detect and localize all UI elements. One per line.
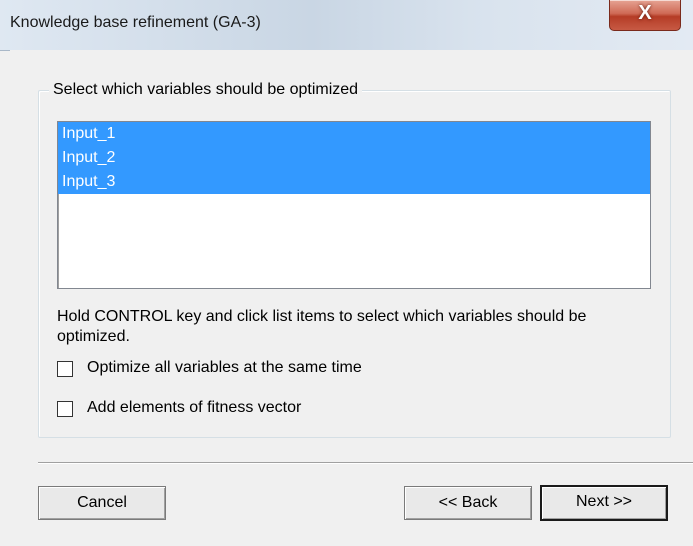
groupbox-label: Select which variables should be optimiz…	[49, 81, 363, 99]
close-button[interactable]: X	[609, 0, 681, 31]
list-item-input-1[interactable]: Input_1	[58, 122, 650, 146]
optimize-all-label: Optimize all variables at the same time	[87, 359, 362, 376]
fitness-vector-label: Add elements of fitness vector	[87, 399, 302, 416]
next-button[interactable]: Next >>	[540, 485, 668, 521]
dialog-window: Knowledge base refinement (GA-3) X Selec…	[0, 0, 693, 546]
cancel-button[interactable]: Cancel	[38, 486, 166, 520]
back-button[interactable]: << Back	[404, 486, 532, 520]
fitness-vector-checkbox-row[interactable]: Add elements of fitness vector	[57, 399, 397, 419]
variables-groupbox: Select which variables should be optimiz…	[38, 81, 671, 438]
list-item-input-3[interactable]: Input_3	[58, 170, 650, 194]
optimize-all-checkbox-row[interactable]: Optimize all variables at the same time	[57, 359, 477, 379]
title-bar[interactable]: Knowledge base refinement (GA-3) X	[0, 0, 693, 51]
fitness-vector-checkbox[interactable]	[57, 401, 73, 417]
variables-listbox[interactable]: Input_1 Input_2 Input_3	[57, 121, 651, 289]
selection-hint-text: Hold CONTROL key and click list items to…	[57, 308, 587, 345]
dialog-client-area: Select which variables should be optimiz…	[10, 50, 693, 546]
close-icon: X	[638, 2, 652, 24]
button-separator	[38, 462, 693, 464]
list-item-input-2[interactable]: Input_2	[58, 146, 650, 170]
window-title: Knowledge base refinement (GA-3)	[10, 14, 261, 31]
optimize-all-checkbox[interactable]	[57, 361, 73, 377]
